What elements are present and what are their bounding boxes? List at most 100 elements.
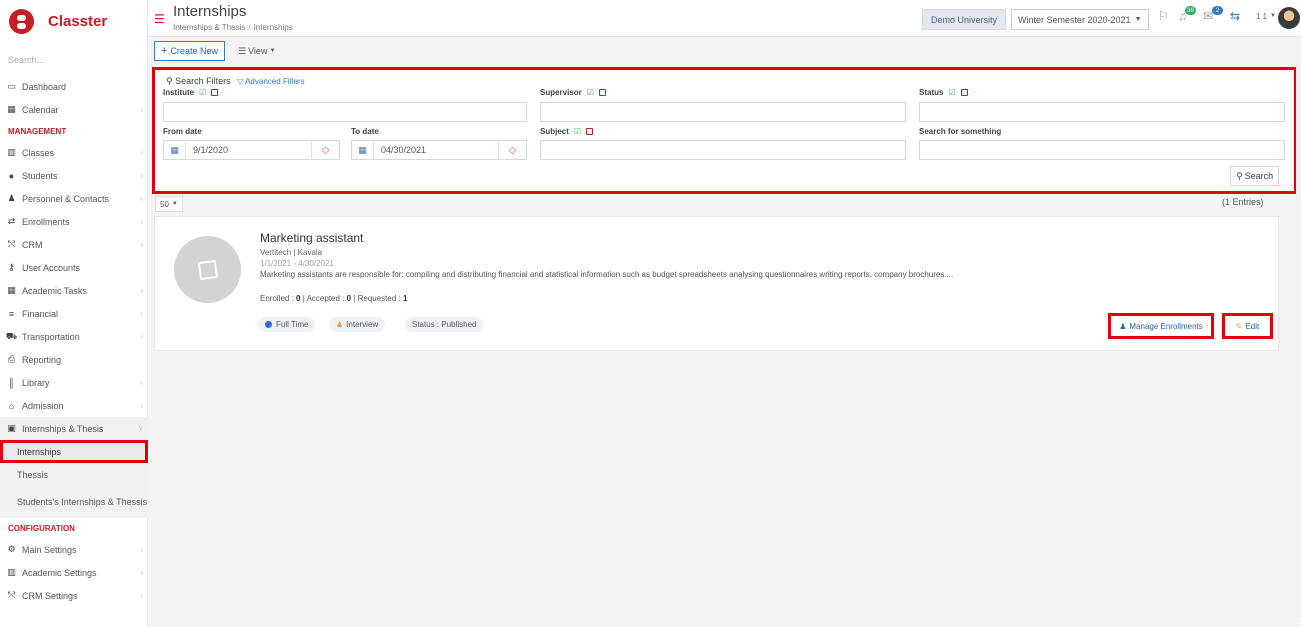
sidebar-item-dashboard[interactable]: ▭ Dashboard (0, 75, 148, 98)
status-label: Status ☑ (919, 88, 968, 97)
view-dropdown[interactable]: ☰ View ▼ (235, 41, 278, 61)
chevron-left-icon: ‹ (140, 240, 143, 249)
sidebar-item-library[interactable]: ║ Library ‹ (0, 371, 148, 394)
chevron-left-icon: ‹ (140, 309, 143, 318)
university-button[interactable]: Demo University (922, 9, 1007, 30)
app-logo[interactable]: Classter (9, 6, 107, 36)
check-icon[interactable]: ☑ (574, 127, 581, 136)
sidebar-item-academic-tasks[interactable]: ▦ Academic Tasks ‹ (0, 279, 148, 302)
money-icon: ≡ (8, 308, 15, 319)
search-button[interactable]: ⚲ Search (1230, 166, 1280, 186)
chevron-left-icon: ‹ (140, 217, 143, 226)
flag-icon[interactable]: ⚐ (1158, 9, 1169, 23)
from-date-field[interactable]: ▦ 9/1/2020 ◇ (163, 140, 340, 160)
sidebar-item-user-accounts[interactable]: ⚷ User Accounts (0, 256, 148, 279)
from-date-label: From date (163, 127, 202, 136)
chevron-left-icon: ‹ (140, 194, 143, 203)
check-icon[interactable]: ☑ (587, 88, 594, 97)
chevron-left-icon: ‹ (140, 591, 143, 600)
sidebar-subitem-internships[interactable]: Internships (0, 440, 148, 463)
enrolled-count: 0 (296, 294, 301, 303)
breadcrumb-item[interactable]: Internships & Thesis (173, 23, 245, 32)
breadcrumb-separator: / (248, 23, 251, 32)
sidebar-item-label: CRM (22, 239, 43, 250)
accepted-label: Accepted : (306, 294, 345, 303)
to-date-field[interactable]: ▦ 04/30/2021 ◇ (351, 140, 527, 160)
user-avatar[interactable] (1278, 7, 1300, 29)
check-icon[interactable]: ☑ (948, 88, 955, 97)
sidebar-search-input[interactable]: Search... (8, 55, 140, 65)
page-size-value: 50 (160, 199, 169, 209)
advanced-filters-link[interactable]: ▽ Advanced Filters (237, 77, 305, 86)
calendar-icon[interactable]: ▦ (352, 141, 374, 159)
sidebar-item-label: Academic Settings (22, 567, 97, 578)
monitor-icon: ▭ (7, 81, 16, 91)
page-size-select[interactable]: 50 ▼ (155, 196, 183, 212)
internship-title[interactable]: Marketing assistant (260, 231, 363, 245)
subject-field[interactable] (540, 140, 906, 160)
students-icon: ● (8, 170, 15, 181)
sidebar-item-students[interactable]: ● Students ‹ (0, 164, 148, 187)
internship-dates: 1/1/2021 - 4/30/2021 (260, 259, 334, 268)
sidebar-item-admission[interactable]: ⌂ Admission ‹ (0, 394, 148, 417)
search-filters-panel: ⚲ Search Filters ▽ Advanced Filters Inst… (152, 67, 1297, 194)
institution-icon: ⌂ (8, 400, 15, 411)
interview-icon: ♟ (336, 320, 344, 329)
sidebar-subitem-students-internships[interactable]: Students's Internships & Thessis (0, 486, 148, 518)
chevron-left-icon: ‹ (140, 286, 143, 295)
search-something-label: Search for something (919, 127, 1002, 136)
edit-label: Edit (1245, 321, 1260, 331)
remove-icon[interactable] (586, 128, 594, 135)
calendar-icon[interactable]: ▦ (164, 141, 186, 159)
classter-logo-icon (9, 8, 34, 34)
sidebar-item-label: Admission (22, 400, 64, 411)
institute-field[interactable] (163, 102, 527, 122)
eraser-icon[interactable]: ◇ (311, 141, 339, 159)
search-filters-title: Search Filters (175, 76, 231, 86)
pencil-icon: ✎ (1235, 321, 1243, 331)
manage-enrollments-button[interactable]: ♟ Manage Enrollments (1108, 313, 1214, 339)
page-scrollbar[interactable] (1296, 37, 1301, 617)
remove-icon[interactable] (211, 89, 219, 96)
search-something-input[interactable] (919, 140, 1285, 160)
sidebar-item-crm-settings[interactable]: ⤲ CRM Settings ‹ (0, 584, 148, 607)
supervisor-label-text: Supervisor (540, 88, 582, 97)
remove-icon[interactable] (598, 89, 606, 96)
sidebar-item-enrollments[interactable]: ⇄ Enrollments ‹ (0, 210, 148, 233)
check-icon[interactable]: ☑ (199, 88, 206, 97)
semester-select[interactable]: Winter Semester 2020-2021 ▼ (1011, 9, 1149, 30)
sidebar-item-reporting[interactable]: ⎙ Reporting (0, 348, 148, 371)
sidebar-item-financial[interactable]: ≡ Financial ‹ (0, 302, 148, 325)
sidebar-subitem-thessis[interactable]: Thessis (0, 463, 148, 486)
messages-badge: 2 (1212, 6, 1223, 15)
supervisor-field[interactable] (540, 102, 906, 122)
status-field[interactable] (919, 102, 1285, 122)
search-button-label: Search (1244, 171, 1274, 181)
remove-icon[interactable] (960, 89, 968, 96)
sidebar-item-internships-thesis[interactable]: ▣ Internships & Thesis ˅ (0, 417, 148, 440)
sidebar-item-personnel[interactable]: ♟ Personnel & Contacts ‹ (0, 187, 148, 210)
briefcase-icon: ▣ (7, 423, 16, 433)
sidebar-item-crm[interactable]: ⤲ CRM ‹ (0, 233, 148, 256)
sidebar-item-label: Students (22, 170, 58, 181)
sidebar-item-label: Dashboard (22, 81, 67, 92)
user-count: 1 1 (1256, 12, 1268, 21)
chevron-left-icon: ‹ (140, 568, 143, 577)
create-new-button[interactable]: + Create New (154, 41, 225, 61)
sidebar-item-academic-settings[interactable]: ▥ Academic Settings ‹ (0, 561, 148, 584)
edit-button[interactable]: ✎ Edit (1222, 313, 1273, 339)
sidebar-nav: ▭ Dashboard ▦ Calendar ‹ MANAGEMENT ▥ Cl… (0, 75, 148, 607)
tag-label: Status : Published (412, 320, 477, 329)
sidebar-item-transportation[interactable]: ⛟ Transportation ‹ (0, 325, 148, 348)
sidebar-item-classes[interactable]: ▥ Classes ‹ (0, 141, 148, 164)
crm-icon: ⤲ (7, 239, 16, 249)
eraser-icon[interactable]: ◇ (498, 141, 526, 159)
section-configuration: CONFIGURATION (8, 523, 75, 533)
sidebar-item-label: Enrollments (22, 216, 70, 227)
sidebar-item-main-settings[interactable]: ⚙ Main Settings ‹ (0, 538, 148, 561)
sync-icon[interactable]: ⇆ (1230, 9, 1240, 23)
sidebar-item-calendar[interactable]: ▦ Calendar ‹ (0, 98, 148, 121)
breadcrumb-item: Internships (253, 23, 293, 32)
caret-down-icon[interactable]: ▼ (1270, 13, 1276, 19)
menu-toggle-icon[interactable]: ☰ (154, 12, 165, 26)
